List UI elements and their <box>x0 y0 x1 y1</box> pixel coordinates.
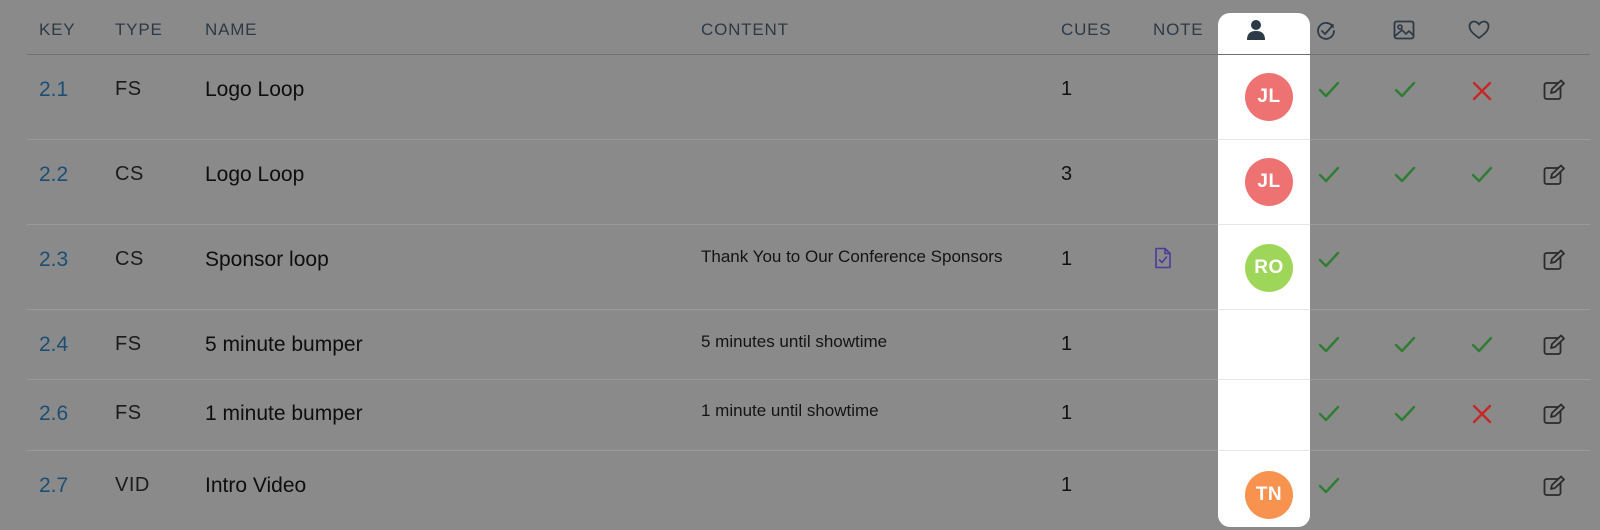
edit-icon[interactable] <box>1543 475 1565 502</box>
row-key-link[interactable]: 2.2 <box>39 163 68 187</box>
check-circle-icon[interactable] <box>1316 21 1336 46</box>
check-icon <box>1471 166 1493 189</box>
check-icon <box>1394 166 1416 189</box>
row-content: 1 minute until showtime <box>701 401 879 420</box>
row-key-link[interactable]: 2.6 <box>39 402 68 426</box>
avatar[interactable]: JL <box>1245 158 1293 206</box>
row-type: FS <box>115 402 142 424</box>
row-type: VID <box>115 474 150 496</box>
check-icon <box>1394 81 1416 104</box>
row-key-link[interactable]: 2.1 <box>39 78 68 102</box>
row-type: FS <box>115 78 142 100</box>
heart-icon[interactable] <box>1468 20 1490 45</box>
note-document-icon[interactable] <box>1154 247 1172 274</box>
row-divider <box>27 450 1590 451</box>
column-header-cues[interactable]: CUES <box>1061 20 1111 40</box>
column-header-name[interactable]: NAME <box>205 20 257 40</box>
avatar[interactable]: RO <box>1245 244 1293 292</box>
row-cues: 3 <box>1061 163 1073 185</box>
check-icon <box>1318 336 1340 359</box>
image-icon[interactable] <box>1393 20 1415 45</box>
person-icon[interactable] <box>1246 19 1266 46</box>
row-name: Sponsor loop <box>205 248 329 271</box>
row-key-link[interactable]: 2.4 <box>39 333 68 357</box>
row-type: CS <box>115 163 144 185</box>
row-cues: 1 <box>1061 402 1073 424</box>
cross-icon <box>1472 81 1492 106</box>
row-content: Thank You to Our Conference Sponsors <box>701 247 1003 266</box>
column-header-key[interactable]: KEY <box>39 20 75 40</box>
row-key-link[interactable]: 2.7 <box>39 474 68 498</box>
column-header-content[interactable]: CONTENT <box>701 20 789 40</box>
edit-icon[interactable] <box>1543 249 1565 276</box>
row-content: 5 minutes until showtime <box>701 332 888 351</box>
row-name: Logo Loop <box>205 78 305 101</box>
row-key-link[interactable]: 2.3 <box>39 248 68 272</box>
avatar[interactable]: TN <box>1245 471 1293 519</box>
check-icon <box>1471 336 1493 359</box>
row-cues: 1 <box>1061 333 1073 355</box>
edit-icon[interactable] <box>1543 403 1565 430</box>
row-divider <box>27 309 1590 310</box>
row-type: FS <box>115 333 142 355</box>
edit-icon[interactable] <box>1543 164 1565 191</box>
row-name: Logo Loop <box>205 163 305 186</box>
edit-icon[interactable] <box>1543 334 1565 361</box>
column-header-note[interactable]: NOTE <box>1153 20 1203 40</box>
check-icon <box>1394 336 1416 359</box>
row-cues: 1 <box>1061 474 1073 496</box>
column-header-type[interactable]: TYPE <box>115 20 163 40</box>
check-icon <box>1318 477 1340 500</box>
row-cues: 1 <box>1061 248 1073 270</box>
check-icon <box>1318 251 1340 274</box>
check-icon <box>1318 405 1340 428</box>
row-divider <box>27 379 1590 380</box>
check-icon <box>1318 81 1340 104</box>
row-divider <box>27 139 1590 140</box>
row-name: 1 minute bumper <box>205 402 363 425</box>
check-icon <box>1394 405 1416 428</box>
check-icon <box>1318 166 1340 189</box>
avatar[interactable]: JL <box>1245 73 1293 121</box>
cross-icon <box>1472 404 1492 429</box>
row-type: CS <box>115 248 144 270</box>
edit-icon[interactable] <box>1543 79 1565 106</box>
row-cues: 1 <box>1061 78 1073 100</box>
row-name: 5 minute bumper <box>205 333 363 356</box>
row-name: Intro Video <box>205 474 307 497</box>
header-divider <box>27 54 1590 55</box>
row-divider <box>27 224 1590 225</box>
